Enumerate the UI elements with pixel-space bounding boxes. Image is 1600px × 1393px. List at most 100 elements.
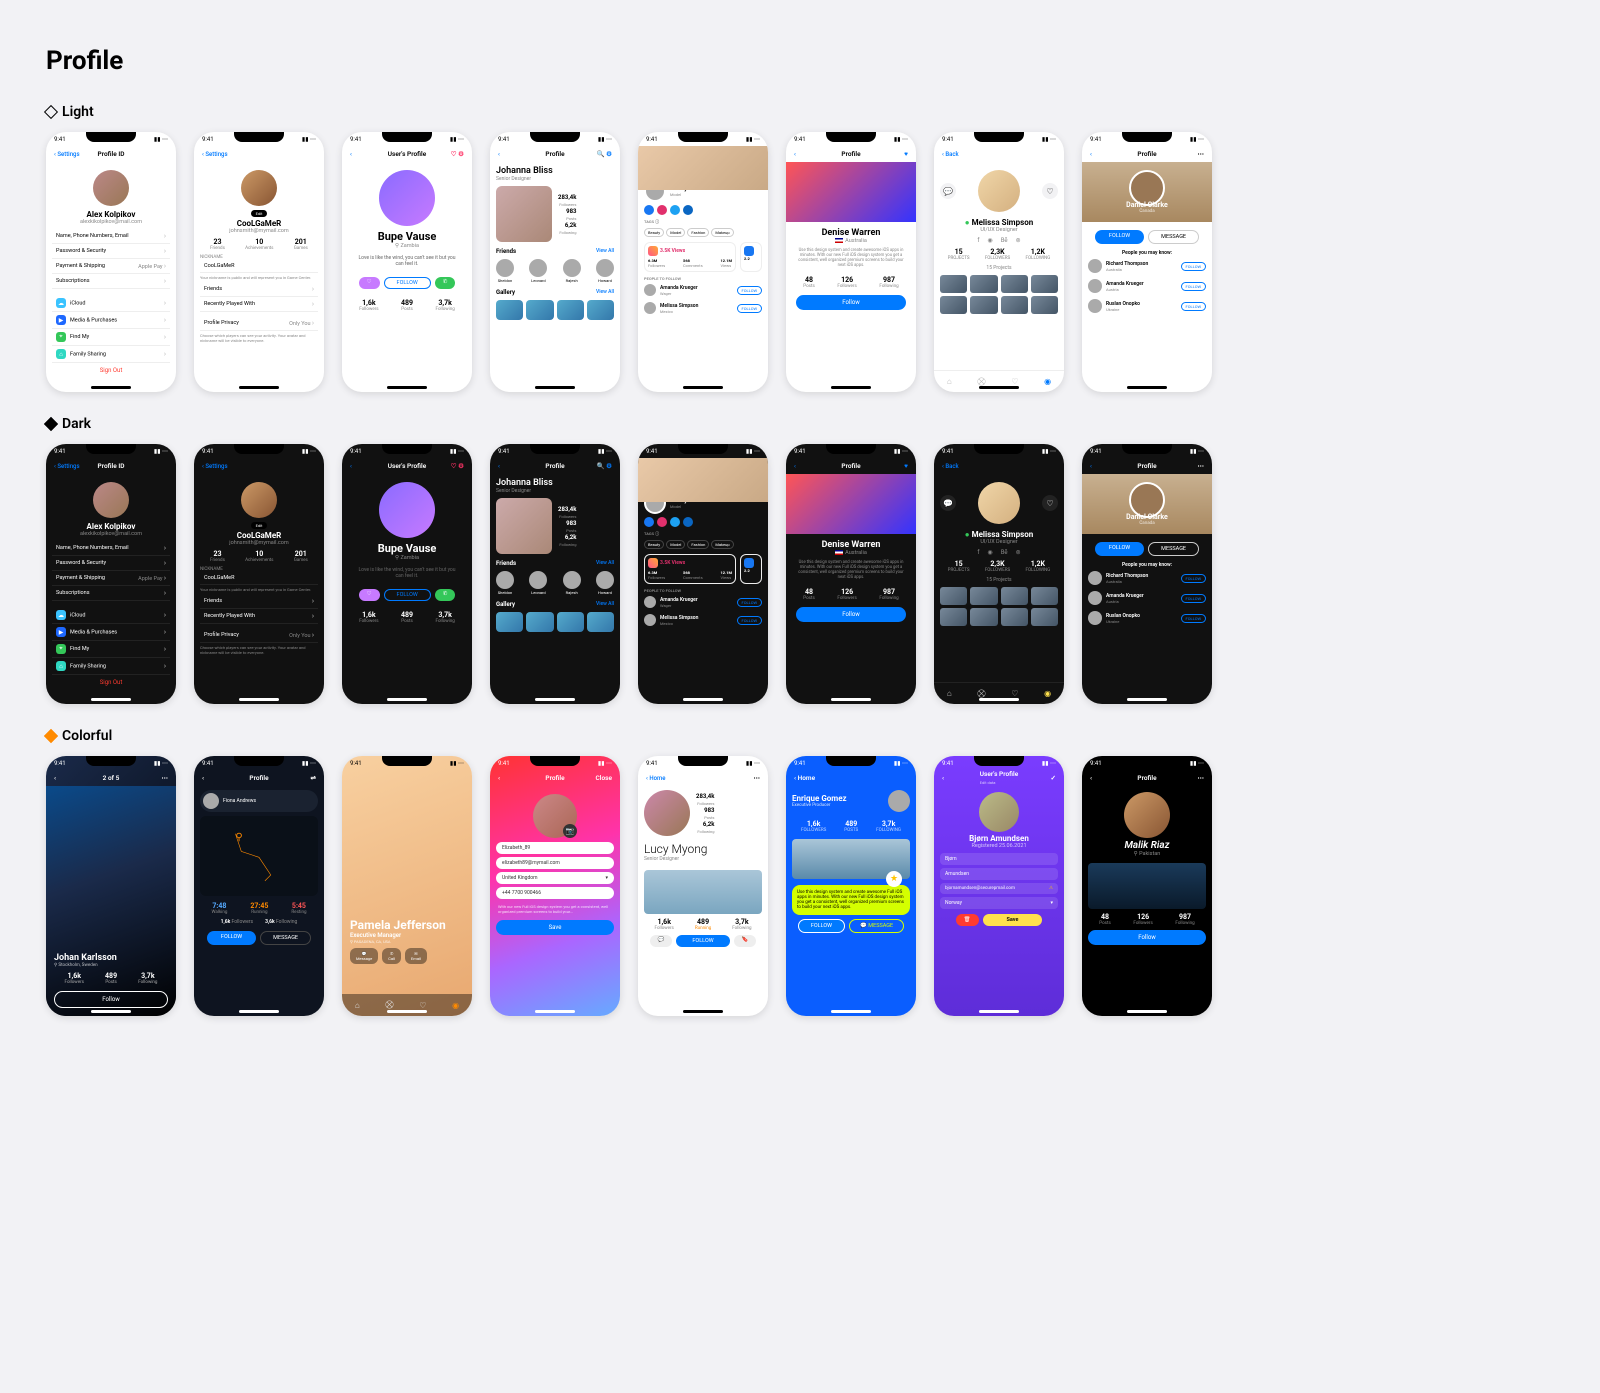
row-findmy[interactable]: ⌖Find My› <box>52 329 170 346</box>
back[interactable]: ‹ Settings <box>202 151 228 158</box>
tab-shop[interactable]: ⛒ <box>977 689 985 699</box>
back[interactable]: ‹ <box>942 774 944 782</box>
follow-chip[interactable]: FOLLOW <box>1181 262 1206 271</box>
back[interactable]: ‹ <box>202 774 204 782</box>
message-button[interactable]: 💬Message <box>350 948 378 964</box>
heart-icon[interactable]: ♡ <box>1042 183 1058 199</box>
follow-chip[interactable]: FOLLOW <box>1181 574 1206 583</box>
follow-button[interactable]: FOLLOW <box>798 919 845 933</box>
check-icon[interactable]: ✓ <box>1051 774 1056 782</box>
tag[interactable]: Model <box>666 540 685 549</box>
row-friends[interactable]: Friends› <box>200 282 318 297</box>
tag[interactable]: Beauty <box>644 228 664 237</box>
translate-icon[interactable]: ⇌ <box>311 774 316 782</box>
edit-chip[interactable]: Edit <box>251 522 268 529</box>
field-country[interactable]: Norway▾ <box>940 897 1058 909</box>
tab-profile[interactable]: ◉ <box>1044 377 1051 386</box>
row-nickname[interactable]: CooLGaMeR <box>200 260 318 273</box>
back[interactable]: ‹ <box>1090 774 1092 782</box>
row-password[interactable]: Password & Security› <box>52 244 170 259</box>
linkedin-icon[interactable] <box>683 517 693 527</box>
tag[interactable]: Makeup <box>711 228 733 237</box>
back-home[interactable]: ‹ Home <box>646 775 665 782</box>
heart-icon[interactable]: ♥︎ <box>904 462 908 470</box>
row-payment[interactable]: Payment & ShippingApple Pay › <box>52 571 170 586</box>
row-recent[interactable]: Recently Played With› <box>200 297 318 312</box>
star-icon[interactable]: ★ <box>886 871 902 887</box>
tab-profile[interactable]: ◉ <box>452 1001 459 1010</box>
avatar[interactable] <box>1124 792 1170 838</box>
back[interactable]: ‹ <box>794 463 796 470</box>
avatar[interactable] <box>978 482 1020 524</box>
gallery[interactable] <box>496 300 614 320</box>
heart-icon[interactable]: ♡ <box>1042 495 1058 511</box>
back[interactable]: ‹ <box>794 151 796 158</box>
dribbble-icon[interactable]: ⊚ <box>1016 237 1021 244</box>
map[interactable]: ⚲ <box>200 816 318 896</box>
linkedin-icon[interactable] <box>683 205 693 215</box>
more-icon[interactable]: ⋯ <box>1198 150 1205 158</box>
field-firstname[interactable]: Bjørn <box>940 853 1058 865</box>
follow-chip[interactable]: FOLLOW <box>737 286 762 295</box>
facebook-icon[interactable] <box>644 205 654 215</box>
avatar[interactable] <box>888 790 910 812</box>
username-input[interactable]: Elizabeth_89 <box>496 842 614 854</box>
behance-icon[interactable]: Bē <box>1001 237 1008 244</box>
avatar[interactable] <box>379 482 435 538</box>
projects-grid[interactable] <box>940 587 1058 626</box>
facebook-icon[interactable]: f <box>977 549 979 556</box>
projects-grid[interactable] <box>940 275 1058 314</box>
sign-out[interactable]: Sign Out <box>52 363 170 378</box>
tag[interactable]: Model <box>666 228 685 237</box>
back[interactable]: ‹ Back <box>942 463 959 470</box>
tag[interactable]: Fashion <box>687 540 709 549</box>
back-settings[interactable]: ‹ Settings <box>54 463 80 470</box>
user-row[interactable]: Melissa SimpsonMexicoFOLLOW <box>644 611 762 629</box>
row-subscriptions[interactable]: Subscriptions› <box>52 586 170 601</box>
instagram-icon[interactable]: ◉ <box>987 237 992 244</box>
row-password[interactable]: Password & Security› <box>52 556 170 571</box>
follow-button[interactable]: Follow <box>54 991 168 1008</box>
view-all[interactable]: View All <box>596 601 614 608</box>
call-button[interactable]: ✆ <box>435 277 456 289</box>
tab-home[interactable]: ⌂ <box>355 1001 360 1010</box>
message-button[interactable]: 💬 <box>650 935 673 947</box>
dribbble-icon[interactable]: ⊚ <box>1016 549 1021 556</box>
user-row[interactable]: Amanda KruegerWagerFOLLOW <box>644 281 762 299</box>
twitter-icon[interactable] <box>670 517 680 527</box>
row-payment[interactable]: Payment & ShippingApple Pay › <box>52 259 170 274</box>
avatar[interactable] <box>979 792 1019 832</box>
more-icon[interactable]: ⋯ <box>754 774 761 782</box>
avatar[interactable] <box>379 170 435 226</box>
camera-icon[interactable]: 📷 <box>563 824 577 838</box>
follow-chip[interactable]: FOLLOW <box>737 598 762 607</box>
back[interactable]: ‹ <box>498 463 500 470</box>
row-privacy[interactable]: Profile PrivacyOnly You › <box>200 628 318 643</box>
instagram-icon[interactable]: ◉ <box>987 549 992 556</box>
save-button[interactable]: Save <box>496 920 614 935</box>
user-row[interactable]: Melissa SimpsonMexicoFOLLOW <box>644 299 762 317</box>
delete-button[interactable]: 🗑 <box>956 914 979 926</box>
back-home[interactable]: ‹ Home <box>794 774 815 782</box>
phone-input[interactable]: +44 7700 900466 <box>496 887 614 899</box>
back[interactable]: ‹ Back <box>942 151 959 158</box>
avatar[interactable] <box>978 170 1020 212</box>
field-email[interactable]: bjornamundsen@securepmail.com⚠︎ <box>940 883 1058 894</box>
back[interactable]: ‹ Settings <box>202 463 228 470</box>
follow-button[interactable]: Follow <box>1088 930 1206 945</box>
country-select[interactable]: United Kingdom▾ <box>496 872 614 884</box>
avatar[interactable] <box>241 482 277 518</box>
avatar[interactable] <box>93 482 129 518</box>
back[interactable]: ‹ <box>498 151 500 158</box>
follow-button[interactable]: FOLLOW <box>676 935 729 947</box>
row-icloud[interactable]: ☁︎iCloud› <box>52 607 170 624</box>
message-button[interactable]: MESSAGE <box>1148 542 1199 556</box>
row-recent[interactable]: Recently Played With› <box>200 609 318 624</box>
tab-profile[interactable]: ◉ <box>1044 689 1051 698</box>
back[interactable]: ‹ <box>350 463 352 470</box>
sign-out[interactable]: Sign Out <box>52 675 170 690</box>
large-avatar[interactable] <box>496 186 552 242</box>
row-media[interactable]: ▶Media & Purchases› <box>52 624 170 641</box>
row-family[interactable]: ⌂Family Sharing› <box>52 658 170 675</box>
follow-button[interactable]: FOLLOW <box>1095 230 1144 244</box>
